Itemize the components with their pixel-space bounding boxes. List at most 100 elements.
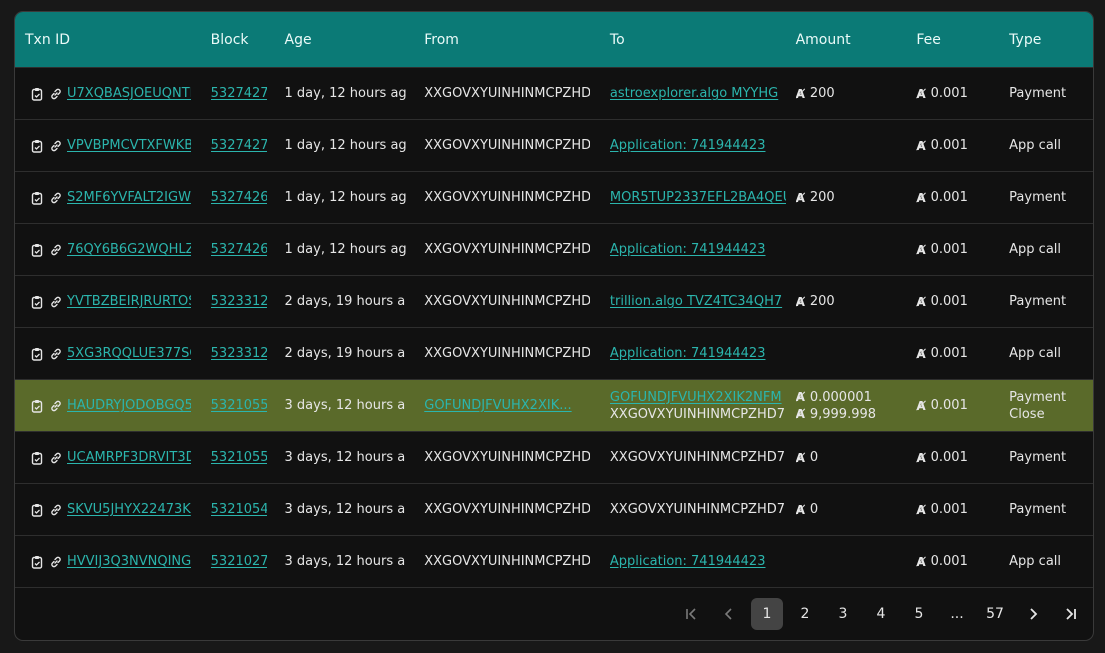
- clipboard-icon[interactable]: [29, 86, 45, 102]
- type-cell: Payment: [1009, 450, 1093, 465]
- table-row[interactable]: VPVBPMCVTXFWKB 5327427 1 day, 12 hours ago…: [15, 120, 1093, 172]
- txn-id-link[interactable]: U7XQBASJOEUQNTI: [67, 86, 191, 101]
- age-cell: 1 day, 12 hours ago: [285, 86, 425, 101]
- table-row[interactable]: YVTBZBEIRJRURTOS 5323312 2 days, 19 hours …: [15, 276, 1093, 328]
- clipboard-icon[interactable]: [29, 502, 45, 518]
- txn-id-link[interactable]: VPVBPMCVTXFWKB: [67, 138, 191, 153]
- txn-id-link[interactable]: S2MF6YVFALT2IGW: [67, 190, 191, 205]
- fee-cell: Ⱥ 0.001: [916, 554, 1009, 569]
- age-cell: 2 days, 19 hours ago: [285, 294, 425, 309]
- page-button[interactable]: 3: [827, 598, 859, 630]
- column-amount[interactable]: Amount: [796, 32, 917, 48]
- block-link[interactable]: 5323312: [211, 294, 267, 309]
- clipboard-icon[interactable]: [29, 398, 45, 414]
- pagination: 1 2 3 4 5... 57: [675, 598, 1087, 630]
- block-link[interactable]: 5327427: [211, 86, 267, 101]
- to-address[interactable]: Application: 741944423: [610, 554, 786, 569]
- link-icon[interactable]: [48, 242, 64, 258]
- algo-icon: Ⱥ: [916, 450, 926, 465]
- table-row[interactable]: UCAMRPF3DRVIT3D 5321055 3 days, 12 hours a…: [15, 432, 1093, 484]
- clipboard-icon[interactable]: [29, 190, 45, 206]
- link-icon[interactable]: [48, 294, 64, 310]
- table-row[interactable]: S2MF6YVFALT2IGW 5327426 1 day, 12 hours ag…: [15, 172, 1093, 224]
- txn-id-link[interactable]: SKVU5JHYX22473K: [67, 502, 191, 517]
- table-row[interactable]: 5XG3RQQLUE377SC 5323312 2 days, 19 hours a…: [15, 328, 1093, 380]
- clipboard-icon[interactable]: [29, 242, 45, 258]
- clipboard-icon[interactable]: [29, 294, 45, 310]
- clipboard-icon[interactable]: [29, 554, 45, 570]
- table-row[interactable]: HVVIJ3Q3NVNQING 5321027 3 days, 12 hours a…: [15, 536, 1093, 588]
- algo-icon: Ⱥ: [916, 190, 926, 205]
- txn-type: App call: [1009, 138, 1062, 153]
- age-value: 2 days, 19 hours ago: [284, 346, 406, 361]
- to-address[interactable]: MOR5TUP2337EFL2BA4QEU: [610, 190, 786, 205]
- column-from[interactable]: From: [424, 32, 610, 48]
- block-link[interactable]: 5321055: [211, 450, 267, 465]
- column-age[interactable]: Age: [285, 32, 425, 48]
- algo-icon: Ⱥ: [795, 190, 805, 205]
- to-address[interactable]: GOFUNDJFVUHX2XIK2NFM: [610, 389, 786, 406]
- txn-id-link[interactable]: 76QY6B6G2WQHLZ: [67, 242, 191, 257]
- link-icon[interactable]: [48, 190, 64, 206]
- first-page-icon[interactable]: [675, 598, 707, 630]
- to-address[interactable]: Application: 741944423: [610, 138, 786, 153]
- column-block[interactable]: Block: [211, 32, 285, 48]
- txn-id-link[interactable]: YVTBZBEIRJRURTOS: [67, 294, 191, 309]
- algo-icon: Ⱥ: [916, 242, 926, 257]
- last-page-icon[interactable]: [1055, 598, 1087, 630]
- clipboard-icon[interactable]: [29, 346, 45, 362]
- txn-id-link[interactable]: 5XG3RQQLUE377SC: [67, 346, 191, 361]
- table-row[interactable]: HAUDRYJODOBGQ5 5321055 3 days, 12 hours ag…: [15, 380, 1093, 432]
- block-link[interactable]: 5321054: [211, 502, 267, 517]
- txn-type: Payment: [1009, 294, 1067, 309]
- algo-icon: Ⱥ: [916, 398, 926, 413]
- clipboard-icon[interactable]: [29, 450, 45, 466]
- page-button[interactable]: 5: [903, 598, 935, 630]
- column-to[interactable]: To: [610, 32, 796, 48]
- block-link[interactable]: 5327426: [211, 190, 267, 205]
- link-icon[interactable]: [48, 502, 64, 518]
- fee-value: 0.001: [930, 294, 968, 309]
- link-icon[interactable]: [48, 450, 64, 466]
- txn-id-link[interactable]: HVVIJ3Q3NVNQING: [67, 554, 191, 569]
- to-cell: trillion.algo TVZ4TC34QH7: [610, 294, 796, 309]
- fee-cell: Ⱥ 0.001: [916, 502, 1009, 517]
- block-link[interactable]: 5327426: [211, 242, 267, 257]
- table-row[interactable]: U7XQBASJOEUQNTI 5327427 1 day, 12 hours ag…: [15, 68, 1093, 120]
- age-cell: 1 day, 12 hours ago: [285, 138, 425, 153]
- fee-cell: Ⱥ 0.001: [916, 190, 1009, 205]
- from-cell: XXGOVXYUINHINMCPZHD7: [424, 502, 610, 517]
- link-icon[interactable]: [48, 554, 64, 570]
- column-type[interactable]: Type: [1009, 32, 1093, 48]
- to-address[interactable]: trillion.algo TVZ4TC34QH7: [610, 294, 786, 309]
- page-button[interactable]: 57: [979, 598, 1011, 630]
- to-cell: XXGOVXYUINHINMCPZHD7: [610, 450, 796, 465]
- txn-id-link[interactable]: HAUDRYJODOBGQ5: [67, 398, 191, 413]
- txn-id-link[interactable]: UCAMRPF3DRVIT3D: [67, 450, 191, 465]
- block-link[interactable]: 5327427: [211, 138, 267, 153]
- column-fee[interactable]: Fee: [916, 32, 1009, 48]
- from-cell: XXGOVXYUINHINMCPZHD7: [424, 450, 610, 465]
- link-icon[interactable]: [48, 346, 64, 362]
- page-button[interactable]: 4: [865, 598, 897, 630]
- from-address[interactable]: GOFUNDJFVUHX2XIK...: [424, 398, 590, 413]
- next-page-icon[interactable]: [1017, 598, 1049, 630]
- block-link[interactable]: 5321027: [211, 554, 267, 569]
- table-row[interactable]: SKVU5JHYX22473K 5321054 3 days, 12 hours a…: [15, 484, 1093, 536]
- prev-page-icon[interactable]: [713, 598, 745, 630]
- to-address[interactable]: Application: 741944423: [610, 346, 786, 361]
- clipboard-icon[interactable]: [29, 138, 45, 154]
- to-address[interactable]: Application: 741944423: [610, 242, 786, 257]
- page-button[interactable]: 2: [789, 598, 821, 630]
- link-icon[interactable]: [48, 138, 64, 154]
- block-link[interactable]: 5323312: [211, 346, 267, 361]
- link-icon[interactable]: [48, 398, 64, 414]
- to-address[interactable]: astroexplorer.algo MYYHG: [610, 86, 786, 101]
- txn-type: Payment: [1009, 450, 1067, 465]
- table-row[interactable]: 76QY6B6G2WQHLZ 5327426 1 day, 12 hours ago…: [15, 224, 1093, 276]
- page-button[interactable]: 1: [751, 598, 783, 630]
- column-txn-id[interactable]: Txn ID: [15, 32, 211, 48]
- fee-value: 0.001: [930, 450, 968, 465]
- block-link[interactable]: 5321055: [211, 398, 267, 413]
- link-icon[interactable]: [48, 86, 64, 102]
